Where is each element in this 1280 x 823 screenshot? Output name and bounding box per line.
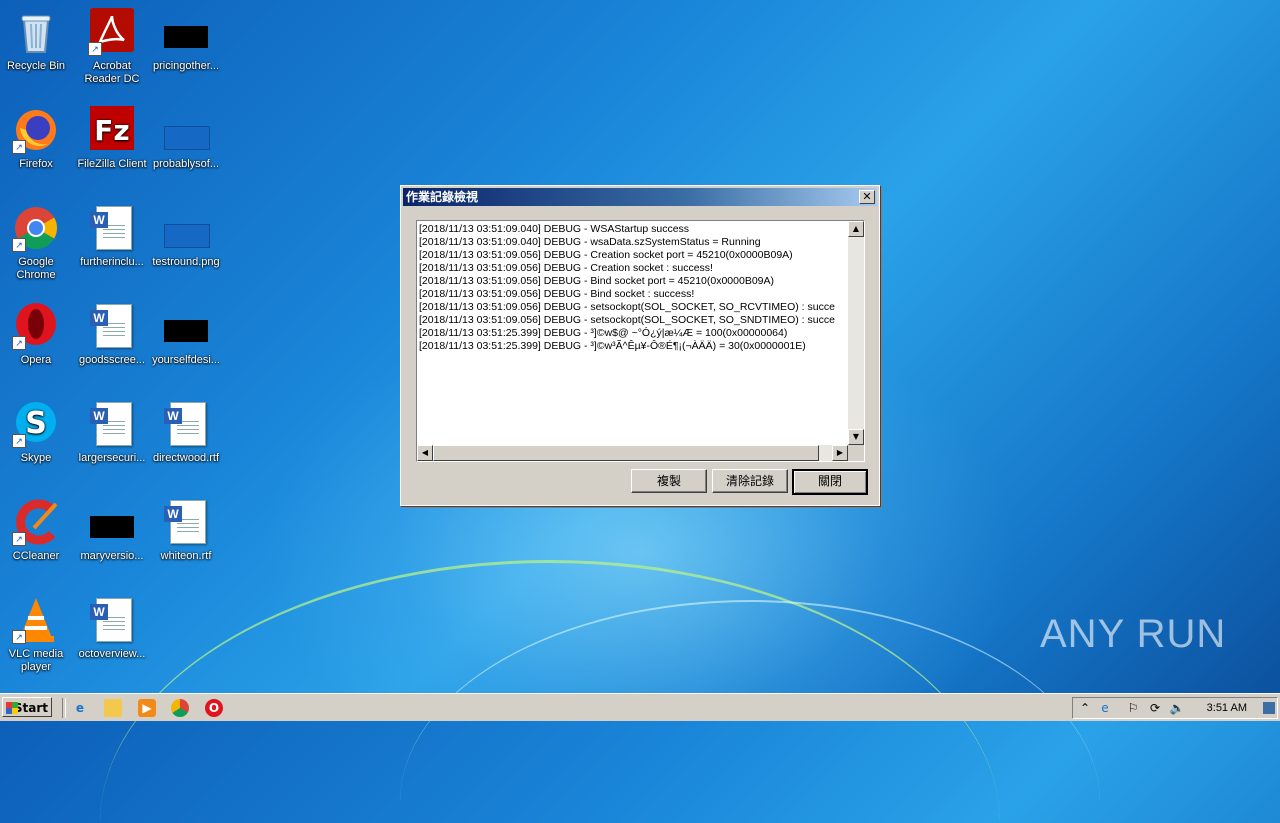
skype-icon: S ↗ [12,400,60,448]
chevron-up-icon[interactable]: ⌃ [1077,700,1093,716]
desktop-icon-octoverview[interactable]: W octoverview... [74,596,150,661]
word-document-icon: W [88,204,136,252]
explorer-folder-icon[interactable] [104,699,122,717]
desktop-icon-skype[interactable]: S ↗ Skype [0,400,74,465]
recycle-bin-icon [12,8,60,56]
desktop-icon-maryversio[interactable]: maryversio... [74,498,150,563]
log-line: [2018/11/13 03:51:09.056] DEBUG - setsoc… [419,301,835,313]
desktop-icon-recycle-bin[interactable]: Recycle Bin [0,8,74,73]
desktop-icon-testround[interactable]: testround.png [148,204,224,269]
horizontal-scrollbar[interactable]: ◀ ▶ [417,445,848,461]
log-lines: [2018/11/13 03:51:09.040] DEBUG - WSASta… [419,223,848,445]
desktop-icon-yourselfdesi[interactable]: yourselfdesi... [148,302,224,367]
log-line: [2018/11/13 03:51:09.056] DEBUG - Creati… [419,262,713,274]
svg-text:S: S [25,406,47,441]
desktop-icon-probablysof[interactable]: probablysof... [148,106,224,171]
desktop-icon-acrobat-reader[interactable]: ↗ Acrobat Reader DC [74,8,150,86]
shortcut-arrow-icon: ↗ [12,532,26,546]
scroll-down-icon[interactable]: ▼ [848,429,864,445]
desktop-icon-pricingother[interactable]: pricingother... [148,8,224,73]
clear-log-button[interactable]: 清除記錄 [712,469,788,493]
clock[interactable]: 3:51 AM [1207,698,1247,718]
volume-icon[interactable]: 🔈 [1169,700,1185,716]
horizontal-scroll-thumb[interactable] [433,445,819,461]
wallpaper-swoosh [100,560,1000,823]
scrollbar-corner [848,445,864,461]
log-line: [2018/11/13 03:51:09.056] DEBUG - Bind s… [419,275,775,287]
dialog-titlebar[interactable]: 作業記錄檢視 ✕ [403,188,877,206]
desktop-icon-whiteon[interactable]: W whiteon.rtf [148,498,224,563]
shortcut-arrow-icon: ↗ [12,336,26,350]
image-file-icon [162,8,210,56]
desktop-icon-vlc[interactable]: ↗ VLC media player [0,596,74,674]
desktop-icon-goodsscree[interactable]: W goodsscree... [74,302,150,367]
dialog-title: 作業記錄檢視 [406,190,479,204]
scroll-right-icon[interactable]: ▶ [832,445,848,461]
sync-icon[interactable]: ⟳ [1147,700,1163,716]
word-document-icon: W [88,400,136,448]
word-document-icon: W [88,302,136,350]
start-button[interactable]: Start [2,697,52,717]
scroll-up-icon[interactable]: ▲ [848,221,864,237]
anyrun-watermark: ANY RUN [1040,612,1227,656]
system-tray: ⌃ e ⚐ ⟳ 🔈 3:51 AM [1072,697,1278,719]
log-line: [2018/11/13 03:51:25.399] DEBUG - ³]©w³Ã… [419,340,806,352]
log-line: [2018/11/13 03:51:09.040] DEBUG - WSASta… [419,223,690,235]
image-file-icon [162,302,210,350]
log-viewer-dialog: 作業記錄檢視 ✕ [2018/11/13 03:51:09.040] DEBUG… [400,185,880,506]
chrome-icon[interactable] [171,699,189,717]
image-file-icon [162,106,210,154]
windows-logo-icon [6,702,18,714]
image-file-icon [162,204,210,252]
shortcut-arrow-icon: ↗ [12,140,26,154]
log-line: [2018/11/13 03:51:09.056] DEBUG - Bind s… [419,288,695,300]
word-document-icon: W [162,400,210,448]
taskbar: Start e ▶ O ⌃ e ⚐ ⟳ 🔈 3:51 AM [0,693,1280,721]
desktop-icon[interactable] [1263,702,1275,714]
scroll-left-icon[interactable]: ◀ [417,445,433,461]
copy-button[interactable]: 複製 [631,469,707,493]
desktop-icon-google-chrome[interactable]: ↗ Google Chrome [0,204,74,282]
start-label: Start [13,701,48,715]
filezilla-icon: Fz [88,106,136,154]
network-icon[interactable]: e [1097,700,1113,716]
chrome-icon: ↗ [12,204,60,252]
opera-icon[interactable]: O [205,699,223,717]
log-textbox[interactable]: [2018/11/13 03:51:09.040] DEBUG - WSASta… [416,220,865,462]
flag-icon[interactable]: ⚐ [1125,700,1141,716]
desktop-icon-ccleaner[interactable]: ↗ CCleaner [0,498,74,563]
internet-explorer-icon[interactable]: e [71,699,89,717]
log-line: [2018/11/13 03:51:09.040] DEBUG - wsaDat… [419,236,761,248]
opera-icon: ↗ [12,302,60,350]
log-line: [2018/11/13 03:51:09.056] DEBUG - setsoc… [419,314,835,326]
desktop-icon-opera[interactable]: ↗ Opera [0,302,74,367]
media-player-icon[interactable]: ▶ [138,699,156,717]
svg-text:Fz: Fz [94,114,129,147]
acrobat-reader-icon: ↗ [88,8,136,56]
log-line: [2018/11/13 03:51:09.056] DEBUG - Creati… [419,249,793,261]
shortcut-arrow-icon: ↗ [12,434,26,448]
desktop-icon-firefox[interactable]: ↗ Firefox [0,106,74,171]
shortcut-arrow-icon: ↗ [12,238,26,252]
firefox-icon: ↗ [12,106,60,154]
vlc-icon: ↗ [12,596,60,644]
word-document-icon: W [162,498,210,546]
desktop-icon-directwood[interactable]: W directwood.rtf [148,400,224,465]
taskbar-separator [62,698,66,718]
log-line: [2018/11/13 03:51:25.399] DEBUG - ³]©w$@… [419,327,788,339]
close-icon[interactable]: ✕ [859,190,875,204]
close-button[interactable]: 關閉 [792,469,868,495]
shortcut-arrow-icon: ↗ [12,630,26,644]
word-document-icon: W [88,596,136,644]
shortcut-arrow-icon: ↗ [88,42,102,56]
image-file-icon [88,498,136,546]
vertical-scrollbar[interactable]: ▲ ▼ [848,221,864,445]
desktop-icon-filezilla[interactable]: Fz FileZilla Client [74,106,150,171]
ccleaner-icon: ↗ [12,498,60,546]
desktop-icon-largersecuri[interactable]: W largersecuri... [74,400,150,465]
desktop-icon-furtherinclu[interactable]: W furtherinclu... [74,204,150,269]
